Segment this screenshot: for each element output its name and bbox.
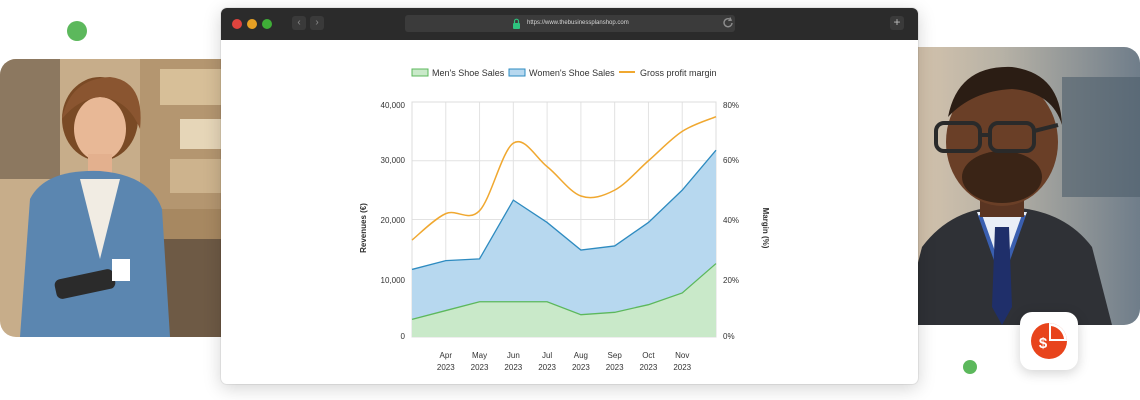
chart-legend: Men's Shoe Sales Women's Shoe Sales Gros… bbox=[411, 68, 717, 78]
svg-text:$: $ bbox=[1039, 335, 1048, 352]
pie-chart-card: $ bbox=[1020, 312, 1078, 370]
pie-chart-dollar-icon: $ bbox=[1031, 323, 1067, 359]
maximize-window-button[interactable] bbox=[262, 19, 272, 29]
decor-dot-green-bottom bbox=[963, 360, 977, 374]
forward-button[interactable]: › bbox=[310, 16, 324, 30]
legend-item-mens[interactable]: Men's Shoe Sales bbox=[411, 68, 505, 78]
y-tick-label: 30,000 bbox=[381, 156, 406, 165]
y-tick-label: 40,000 bbox=[381, 101, 406, 110]
x-tick-year: 2023 bbox=[471, 363, 489, 372]
legend-label-womens: Women's Shoe Sales bbox=[529, 68, 615, 78]
x-tick-month: Nov bbox=[675, 351, 689, 360]
chart-areas bbox=[412, 150, 716, 337]
y-axis-title: Revenues (€) bbox=[359, 203, 368, 253]
x-tick-month: Jun bbox=[507, 351, 520, 360]
x-tick-year: 2023 bbox=[640, 363, 658, 372]
legend-swatch-womens bbox=[508, 68, 526, 77]
y-tick-label: 0 bbox=[401, 332, 406, 341]
lock-icon bbox=[513, 18, 520, 29]
close-window-button[interactable] bbox=[232, 19, 242, 29]
x-tick-month: Aug bbox=[574, 351, 588, 360]
legend-item-margin[interactable]: Gross profit margin bbox=[619, 68, 717, 78]
y-axis-ticks: 0 10,000 20,000 30,000 40,000 bbox=[381, 101, 406, 341]
y2-axis-title: Margin (%) bbox=[761, 208, 770, 249]
legend-label-margin: Gross profit margin bbox=[640, 68, 717, 78]
y2-tick-label: 20% bbox=[723, 276, 739, 285]
y2-tick-label: 60% bbox=[723, 156, 739, 165]
y2-tick-label: 0% bbox=[723, 332, 735, 341]
x-tick-year: 2023 bbox=[437, 363, 455, 372]
y-tick-label: 10,000 bbox=[381, 276, 406, 285]
x-tick-year: 2023 bbox=[606, 363, 624, 372]
x-tick-month: Oct bbox=[642, 351, 655, 360]
back-button[interactable]: ‹ bbox=[292, 16, 306, 30]
address-bar-url: https://www.thebusinessplanshop.com bbox=[527, 20, 629, 26]
legend-label-mens: Men's Shoe Sales bbox=[432, 68, 505, 78]
revenue-margin-chart: Men's Shoe Sales Women's Shoe Sales Gros… bbox=[359, 68, 770, 372]
legend-swatch-mens bbox=[411, 68, 429, 77]
y-tick-label: 20,000 bbox=[381, 216, 406, 225]
legend-item-womens[interactable]: Women's Shoe Sales bbox=[508, 68, 615, 78]
y2-tick-label: 40% bbox=[723, 216, 739, 225]
browser-window: ‹ › https://www.thebusinessplanshop.com … bbox=[221, 8, 918, 384]
address-bar[interactable]: https://www.thebusinessplanshop.com bbox=[405, 15, 735, 32]
reload-icon[interactable] bbox=[721, 16, 735, 30]
x-tick-month: May bbox=[472, 351, 487, 360]
x-tick-year: 2023 bbox=[572, 363, 590, 372]
y2-axis-ticks: 0% 20% 40% 60% 80% bbox=[723, 101, 739, 341]
x-tick-year: 2023 bbox=[673, 363, 691, 372]
x-tick-month: Sep bbox=[608, 351, 623, 360]
browser-titlebar: ‹ › https://www.thebusinessplanshop.com … bbox=[221, 8, 918, 40]
y2-tick-label: 80% bbox=[723, 101, 739, 110]
new-tab-button[interactable]: + bbox=[890, 16, 904, 30]
x-axis-ticks: Apr 2023 May 2023 Jun 2023 Jul 2023 Aug 2023 Sep 20… bbox=[437, 351, 692, 372]
x-tick-year: 2023 bbox=[504, 363, 522, 372]
x-tick-month: Jul bbox=[542, 351, 552, 360]
x-tick-year: 2023 bbox=[538, 363, 556, 372]
decor-dot-green-top bbox=[67, 21, 87, 41]
x-tick-month: Apr bbox=[440, 351, 453, 360]
minimize-window-button[interactable] bbox=[247, 19, 257, 29]
